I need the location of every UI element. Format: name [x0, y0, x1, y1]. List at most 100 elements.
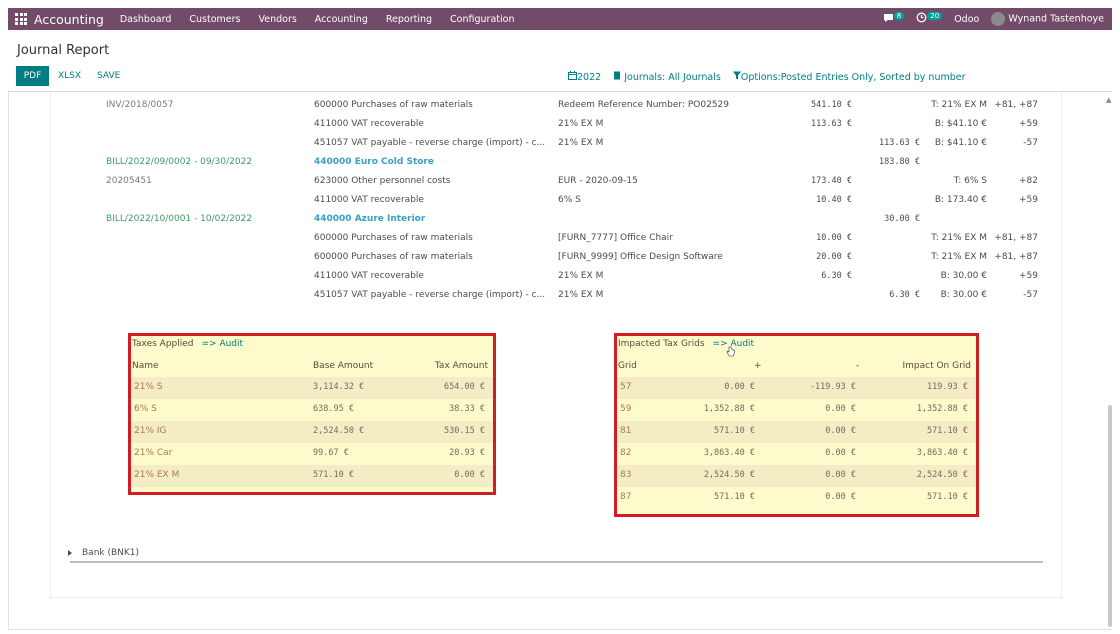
tax-name-cell: 6% S: [134, 404, 157, 414]
grid-minus-cell: 0.00 €: [825, 404, 856, 414]
grid-impact-cell: 119.93 €: [927, 382, 968, 392]
grid-minus-cell: 0.00 €: [825, 448, 856, 458]
label-cell: [FURN_9999] Office Design Software: [558, 252, 723, 262]
scrollbar[interactable]: [1108, 405, 1112, 627]
tax-cell: B: 173.40 €: [934, 195, 987, 205]
col-header-base-amount: Base Amount: [313, 361, 374, 371]
top-navbar: Accounting Dashboard Customers Vendors A…: [8, 8, 1112, 30]
tax-name-cell: 21% IG: [134, 426, 167, 436]
tax-row: 21% EX M 571.10 € 0.00 €: [131, 465, 493, 487]
debit-cell: 6.30 €: [821, 271, 852, 281]
account-cell: 600000 Purchases of raw materials: [314, 100, 473, 110]
grid-plus-cell: 1,352.88 €: [703, 404, 755, 414]
entry-cell[interactable]: BILL/2022/10/0001 - 10/02/2022: [106, 214, 252, 224]
tax-cell: B: 30.00 €: [940, 271, 987, 281]
grid-plus-cell: 2,524.50 €: [703, 470, 755, 480]
hand-cursor-icon: [726, 346, 735, 357]
taxes-applied-table: Taxes Applied => Audit Name Base Amount T…: [128, 333, 496, 495]
taxes-applied-header: Taxes Applied => Audit: [132, 339, 243, 349]
tax-cell: B: 30.00 €: [940, 290, 987, 300]
grid-impact-cell: 1,352.88 €: [916, 404, 968, 414]
debit-cell: 10.40 €: [816, 195, 852, 205]
tax-amount-cell: 654.00 €: [444, 382, 485, 392]
apps-grid-icon[interactable]: [14, 12, 28, 26]
journal-line: INV/2018/0057 600000 Purchases of raw mat…: [0, 100, 1120, 119]
menu-reporting[interactable]: Reporting: [386, 14, 432, 25]
label-cell: EUR - 2020-09-15: [558, 176, 638, 186]
menu-dashboard[interactable]: Dashboard: [120, 14, 172, 25]
bank-journal-toggle[interactable]: Bank (BNK1): [68, 548, 139, 558]
menu-customers[interactable]: Customers: [189, 14, 240, 25]
label-cell: 21% EX M: [558, 138, 604, 148]
grid-plus-cell: 571.10 €: [714, 426, 755, 436]
save-button[interactable]: SAVE: [97, 66, 120, 86]
entry-cell[interactable]: BILL/2022/09/0002 - 09/30/2022: [106, 157, 252, 167]
menu-vendors[interactable]: Vendors: [258, 14, 296, 25]
messages-button[interactable]: 8: [883, 11, 905, 26]
options-filter[interactable]: Options:Posted Entries Only, Sorted by n…: [732, 71, 966, 83]
journal-line: BILL/2022/10/0001 - 10/02/2022 440000 Azu…: [0, 214, 1120, 233]
grid-cell: +81, +87: [994, 252, 1038, 262]
company-switcher[interactable]: Odoo: [954, 14, 979, 25]
activity-badge: 20: [927, 12, 943, 20]
label-cell: Redeem Reference Number: PO02529: [558, 100, 730, 110]
date-filter-label: 2022: [577, 72, 602, 83]
base-amount-cell: 2,524.50 €: [313, 426, 365, 436]
col-header-grid: Grid: [618, 361, 637, 371]
entry-cell: INV/2018/0057: [106, 100, 174, 110]
debit-cell: 541.10 €: [811, 100, 852, 110]
journal-line: 20205451 623000 Other personnel costs EUR …: [0, 176, 1120, 195]
tax-row: 6% S 638.95 € 38.33 €: [131, 399, 493, 421]
grid-minus-cell: 0.00 €: [825, 492, 856, 502]
taxes-audit-link[interactable]: => Audit: [202, 339, 244, 349]
grid-cell: -57: [1023, 290, 1038, 300]
tax-name-cell: 21% S: [134, 382, 163, 392]
grid-minus-cell: 0.00 €: [825, 470, 856, 480]
grid-code-cell: 83: [620, 470, 632, 480]
grid-impact-cell: 571.10 €: [927, 492, 968, 502]
account-cell: 600000 Purchases of raw materials: [314, 252, 473, 262]
col-header-tax-amount: Tax Amount: [434, 361, 488, 371]
grid-cell: -57: [1023, 138, 1038, 148]
debit-cell: 10.00 €: [816, 233, 852, 243]
tax-row: 21% Car 99.67 € 20.93 €: [131, 443, 493, 465]
avatar: [991, 12, 1006, 26]
base-amount-cell: 638.95 €: [313, 404, 354, 414]
app-brand[interactable]: Accounting: [34, 12, 104, 27]
debit-cell: 113.63 €: [811, 119, 852, 129]
user-name: Wynand Tastenhoye: [1008, 13, 1104, 25]
base-amount-cell: 571.10 €: [313, 470, 354, 480]
account-cell: 411000 VAT recoverable: [314, 119, 424, 129]
account-cell[interactable]: 440000 Azure Interior: [314, 214, 425, 224]
tax-cell: B: $41.10 €: [934, 138, 987, 148]
credit-cell: 113.63 €: [879, 138, 920, 148]
filter-icon: [732, 71, 741, 80]
grid-cell: +59: [1019, 119, 1038, 129]
grid-cell: +59: [1019, 271, 1038, 281]
account-cell: 451057 VAT payable - reverse charge (imp…: [314, 138, 546, 148]
tax-grids-title: Impacted Tax Grids: [618, 339, 705, 349]
journal-line: 411000 VAT recoverable 21% EX M 113.63 € B:…: [0, 119, 1120, 138]
journals-filter[interactable]: Journals: All Journals: [613, 71, 721, 83]
label-cell: [FURN_7777] Office Chair: [558, 233, 673, 243]
user-menu[interactable]: Wynand Tastenhoye: [991, 12, 1104, 26]
menu-accounting[interactable]: Accounting: [315, 14, 368, 25]
date-filter[interactable]: 2022: [568, 71, 601, 83]
grid-plus-cell: 0.00 €: [724, 382, 755, 392]
messages-badge: 8: [893, 11, 905, 20]
xlsx-button[interactable]: XLSX: [58, 66, 81, 86]
grid-cell: +81, +87: [994, 100, 1038, 110]
menu-configuration[interactable]: Configuration: [450, 14, 514, 25]
credit-cell: 183.80 €: [879, 157, 920, 167]
activity-button[interactable]: 20: [916, 12, 943, 26]
tax-grid-row: 57 0.00 € -119.93 € 119.93 €: [617, 377, 976, 399]
account-cell[interactable]: 440000 Euro Cold Store: [314, 157, 434, 167]
calendar-icon: [568, 71, 577, 80]
tax-grid-row: 87 571.10 € 0.00 € 571.10 €: [617, 487, 976, 509]
pdf-button[interactable]: PDF: [16, 66, 49, 86]
bank-divider: [70, 561, 1043, 563]
grid-code-cell: 82: [620, 448, 632, 458]
tax-amount-cell: 20.93 €: [449, 448, 485, 458]
tax-cell: B: $41.10 €: [934, 119, 987, 129]
tax-name-cell: 21% Car: [134, 448, 173, 458]
